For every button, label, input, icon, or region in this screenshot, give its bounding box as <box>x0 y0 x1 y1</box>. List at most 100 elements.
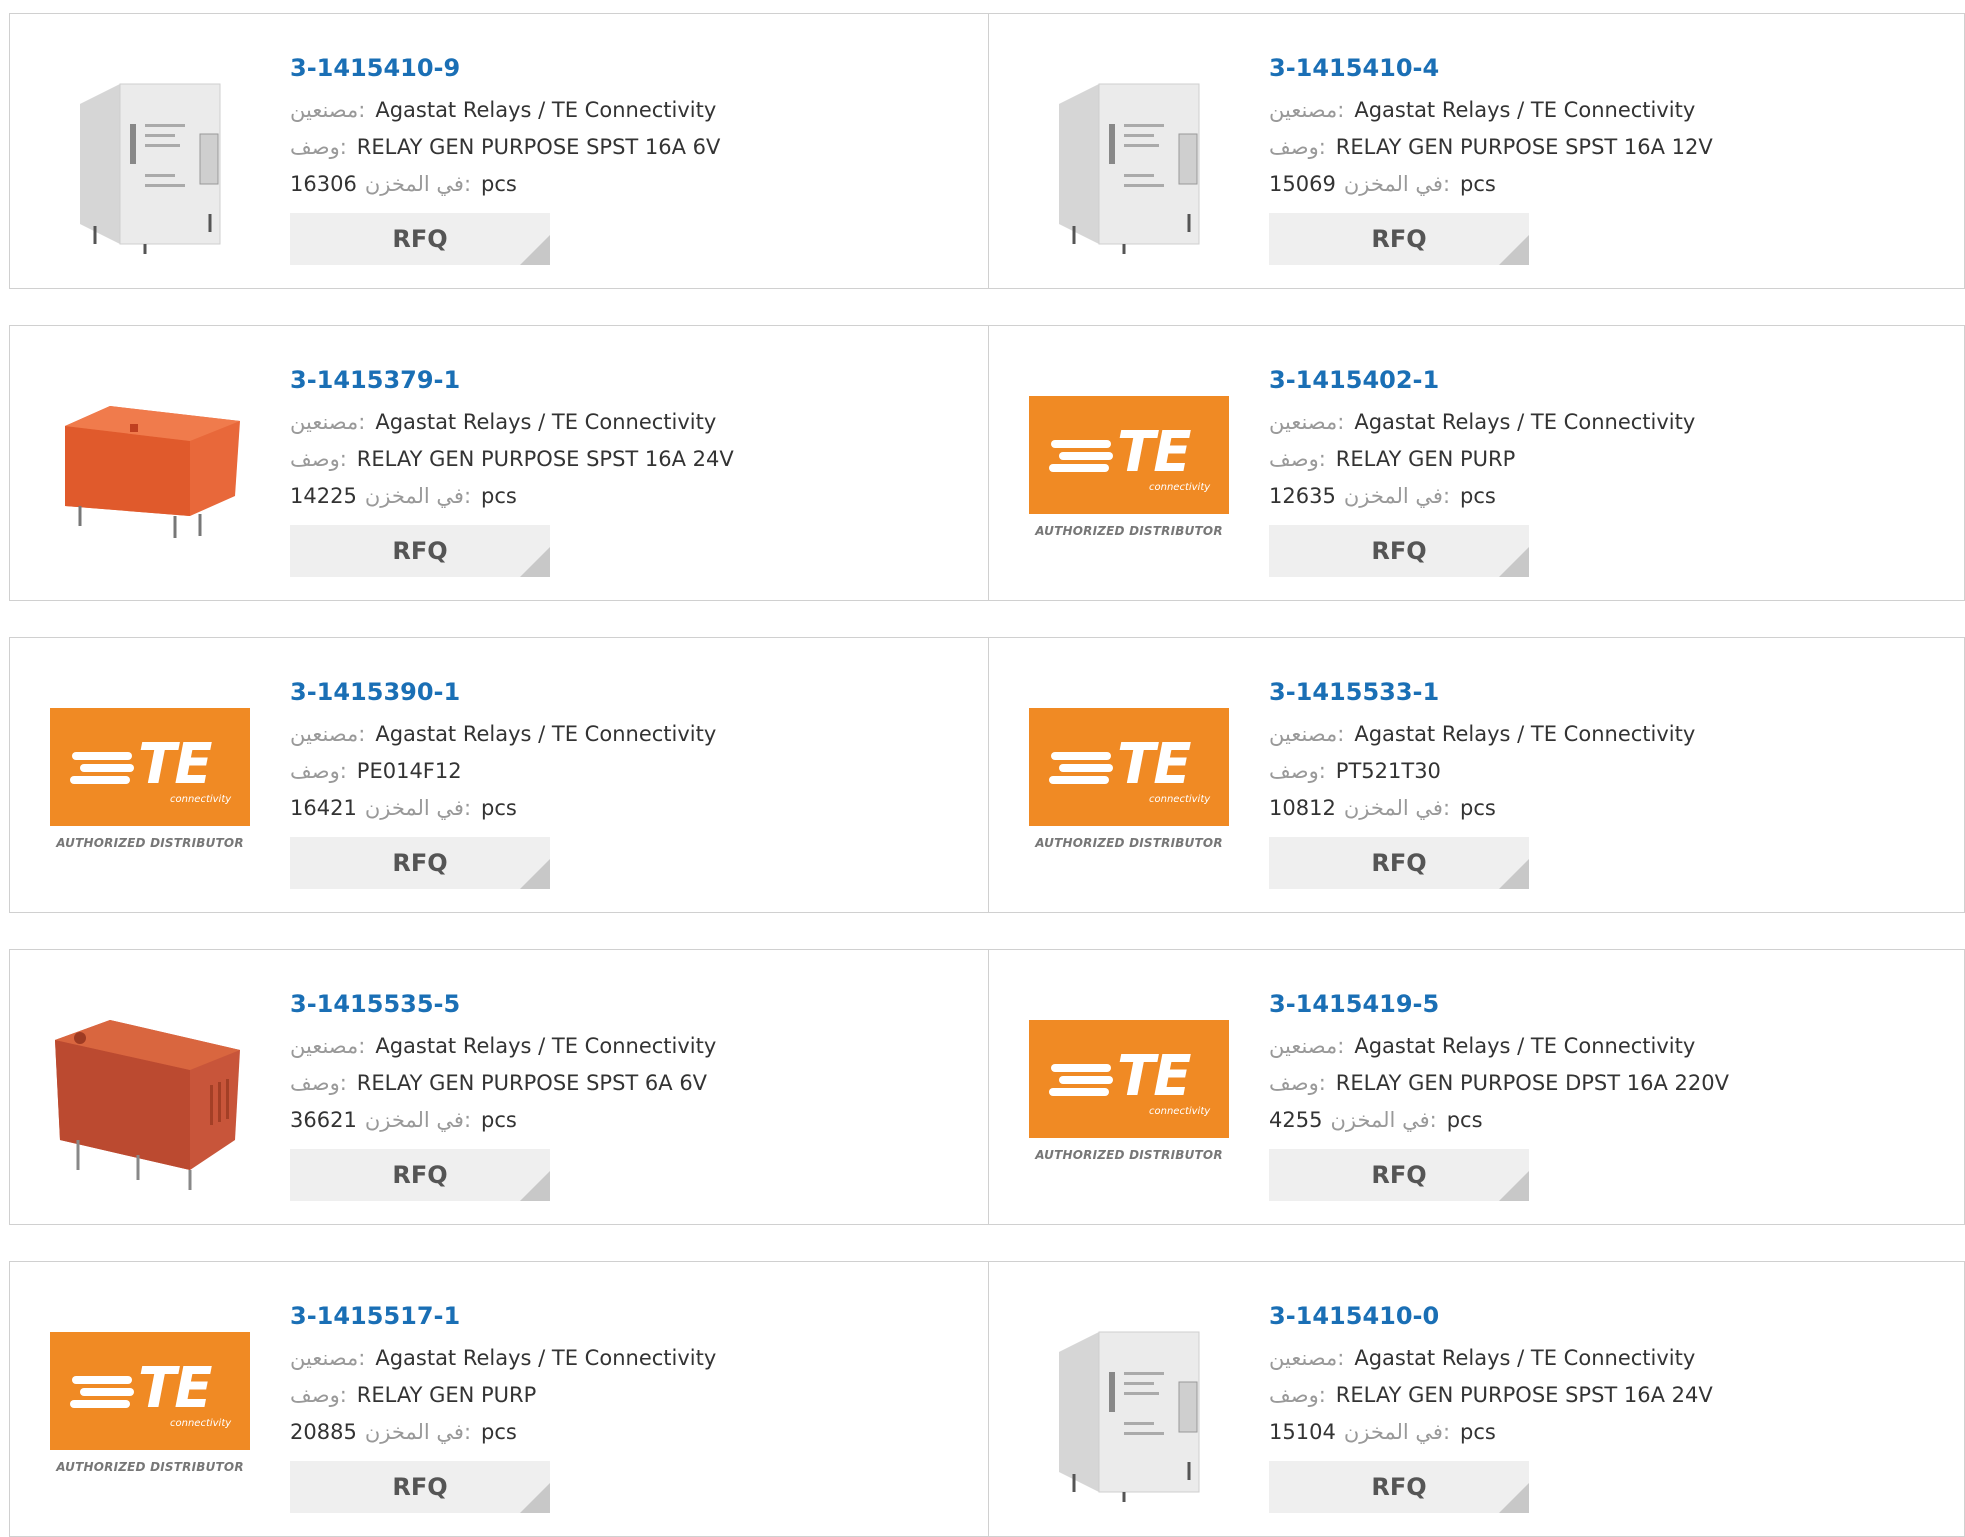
description-value: PE014F12 <box>356 759 462 783</box>
manufacturer-label: مصنعين: <box>290 410 366 434</box>
te-logo-bar <box>80 764 134 772</box>
stock-value: 10812 <box>1269 796 1336 820</box>
product-image[interactable] <box>50 990 250 1190</box>
manufacturer-line: مصنعين: Agastat Relays / TE Connectivity <box>1269 92 1949 129</box>
part-number-link[interactable]: 3-1415379-1 <box>290 362 970 398</box>
part-number-link[interactable]: 3-1415402-1 <box>1269 362 1949 398</box>
product-image[interactable]: TE connectivity AUTHORIZED DISTRIBUTOR <box>50 678 250 878</box>
product-row: TE connectivity AUTHORIZED DISTRIBUTOR 3-1… <box>9 1261 1965 1537</box>
description-line: وصف: RELAY GEN PURPOSE DPST 16A 220V <box>1269 1065 1949 1102</box>
manufacturer-value: Agastat Relays / TE Connectivity <box>375 1346 717 1370</box>
te-logo-sub: connectivity <box>170 794 232 805</box>
manufacturer-value: Agastat Relays / TE Connectivity <box>1354 410 1696 434</box>
product-image[interactable]: TE connectivity AUTHORIZED DISTRIBUTOR <box>1029 366 1229 566</box>
part-number-link[interactable]: 3-1415535-5 <box>290 986 970 1022</box>
stock-value: 4255 <box>1269 1108 1323 1132</box>
description-line: وصف: RELAY GEN PURPOSE SPST 6A 6V <box>290 1065 970 1102</box>
authorized-distributor-label: AUTHORIZED DISTRIBUTOR <box>56 836 244 850</box>
product-card: 3-1415379-1 مصنعين: Agastat Relays / TE C… <box>10 326 988 600</box>
rfq-button[interactable]: RFQ <box>290 837 550 889</box>
product-card: TE connectivity AUTHORIZED DISTRIBUTOR 3-1… <box>10 1262 988 1536</box>
manufacturer-line: مصنعين: Agastat Relays / TE Connectivity <box>1269 1028 1949 1065</box>
description-label: وصف: <box>290 447 347 471</box>
stock-unit: pcs <box>481 796 517 820</box>
te-logo-bar <box>1051 752 1111 760</box>
part-number-link[interactable]: 3-1415533-1 <box>1269 674 1949 710</box>
rfq-button[interactable]: RFQ <box>1269 525 1529 577</box>
product-image[interactable] <box>1029 1302 1229 1502</box>
authorized-distributor-label: AUTHORIZED DISTRIBUTOR <box>1035 1148 1223 1162</box>
product-card: 3-1415410-0 مصنعين: Agastat Relays / TE C… <box>988 1262 1965 1536</box>
rfq-button[interactable]: RFQ <box>1269 213 1529 265</box>
product-card: TE connectivity AUTHORIZED DISTRIBUTOR 3-1… <box>988 326 1965 600</box>
product-row: 3-1415379-1 مصنعين: Agastat Relays / TE C… <box>9 325 1965 601</box>
stock-value: 16421 <box>290 796 357 820</box>
stock-value: 15069 <box>1269 172 1336 196</box>
rfq-button[interactable]: RFQ <box>290 1149 550 1201</box>
rfq-button[interactable]: RFQ <box>290 1461 550 1513</box>
part-number-link[interactable]: 3-1415410-0 <box>1269 1298 1949 1334</box>
te-logo-bar <box>70 776 130 784</box>
product-image[interactable]: TE connectivity AUTHORIZED DISTRIBUTOR <box>1029 678 1229 878</box>
part-number-link[interactable]: 3-1415410-9 <box>290 50 970 86</box>
rfq-button[interactable]: RFQ <box>290 213 550 265</box>
stock-line: 15104 في المخزن: pcs <box>1269 1414 1949 1451</box>
product-info: 3-1415410-0 مصنعين: Agastat Relays / TE C… <box>1269 1298 1949 1513</box>
part-number-link[interactable]: 3-1415410-4 <box>1269 50 1949 86</box>
description-value: RELAY GEN PURPOSE DPST 16A 220V <box>1335 1071 1729 1095</box>
product-image[interactable] <box>50 366 250 566</box>
rfq-button[interactable]: RFQ <box>1269 837 1529 889</box>
product-card: 3-1415535-5 مصنعين: Agastat Relays / TE C… <box>10 950 988 1224</box>
part-number-link[interactable]: 3-1415390-1 <box>290 674 970 710</box>
description-value: RELAY GEN PURPOSE SPST 16A 12V <box>1335 135 1713 159</box>
manufacturer-label: مصنعين: <box>1269 1346 1345 1370</box>
rfq-label: RFQ <box>1371 849 1427 877</box>
te-logo-sub: connectivity <box>1149 794 1211 805</box>
rfq-button[interactable]: RFQ <box>290 525 550 577</box>
stock-unit: pcs <box>1460 1420 1496 1444</box>
product-image[interactable]: TE connectivity AUTHORIZED DISTRIBUTOR <box>1029 990 1229 1190</box>
part-number-link[interactable]: 3-1415419-5 <box>1269 986 1949 1022</box>
rfq-button[interactable]: RFQ <box>1269 1149 1529 1201</box>
authorized-distributor-label: AUTHORIZED DISTRIBUTOR <box>1035 836 1223 850</box>
product-info: 3-1415419-5 مصنعين: Agastat Relays / TE C… <box>1269 986 1949 1201</box>
manufacturer-value: Agastat Relays / TE Connectivity <box>375 1034 717 1058</box>
stock-label: في المخزن: <box>364 172 472 196</box>
te-logo-bar <box>1051 440 1111 448</box>
description-line: وصف: RELAY GEN PURP <box>1269 441 1949 478</box>
product-image[interactable] <box>1029 54 1229 254</box>
stock-label: في المخزن: <box>1343 484 1451 508</box>
stock-line: 16306 في المخزن: pcs <box>290 166 970 203</box>
te-logo-bar <box>1059 1076 1113 1084</box>
stock-unit: pcs <box>481 172 517 196</box>
te-logo-bar <box>1059 764 1113 772</box>
product-card: TE connectivity AUTHORIZED DISTRIBUTOR 3-1… <box>988 950 1965 1224</box>
rfq-corner-decoration <box>520 1171 550 1201</box>
product-image[interactable] <box>50 54 250 254</box>
rfq-button[interactable]: RFQ <box>1269 1461 1529 1513</box>
stock-line: 16421 في المخزن: pcs <box>290 790 970 827</box>
stock-label: في المخزن: <box>364 796 472 820</box>
te-logo-bar <box>70 1400 130 1408</box>
manufacturer-label: مصنعين: <box>1269 722 1345 746</box>
te-logo-box: TE connectivity <box>1029 708 1229 826</box>
te-logo-sub: connectivity <box>1149 1106 1211 1117</box>
product-image[interactable]: TE connectivity AUTHORIZED DISTRIBUTOR <box>50 1302 250 1502</box>
stock-line: 10812 في المخزن: pcs <box>1269 790 1949 827</box>
stock-label: في المخزن: <box>364 484 472 508</box>
te-logo-bar <box>80 1388 134 1396</box>
part-number-link[interactable]: 3-1415517-1 <box>290 1298 970 1334</box>
description-value: RELAY GEN PURP <box>1335 447 1516 471</box>
product-row: 3-1415535-5 مصنعين: Agastat Relays / TE C… <box>9 949 1965 1225</box>
description-line: وصف: PE014F12 <box>290 753 970 790</box>
manufacturer-label: مصنعين: <box>1269 410 1345 434</box>
manufacturer-line: مصنعين: Agastat Relays / TE Connectivity <box>1269 404 1949 441</box>
description-label: وصف: <box>1269 1071 1326 1095</box>
description-label: وصف: <box>1269 135 1326 159</box>
te-logo-text: TE <box>1117 732 1191 797</box>
manufacturer-label: مصنعين: <box>290 722 366 746</box>
stock-line: 4255 في المخزن: pcs <box>1269 1102 1949 1139</box>
product-info: 3-1415379-1 مصنعين: Agastat Relays / TE C… <box>290 362 970 577</box>
stock-unit: pcs <box>481 1108 517 1132</box>
te-connectivity-logo: TE connectivity AUTHORIZED DISTRIBUTOR <box>50 1302 250 1502</box>
